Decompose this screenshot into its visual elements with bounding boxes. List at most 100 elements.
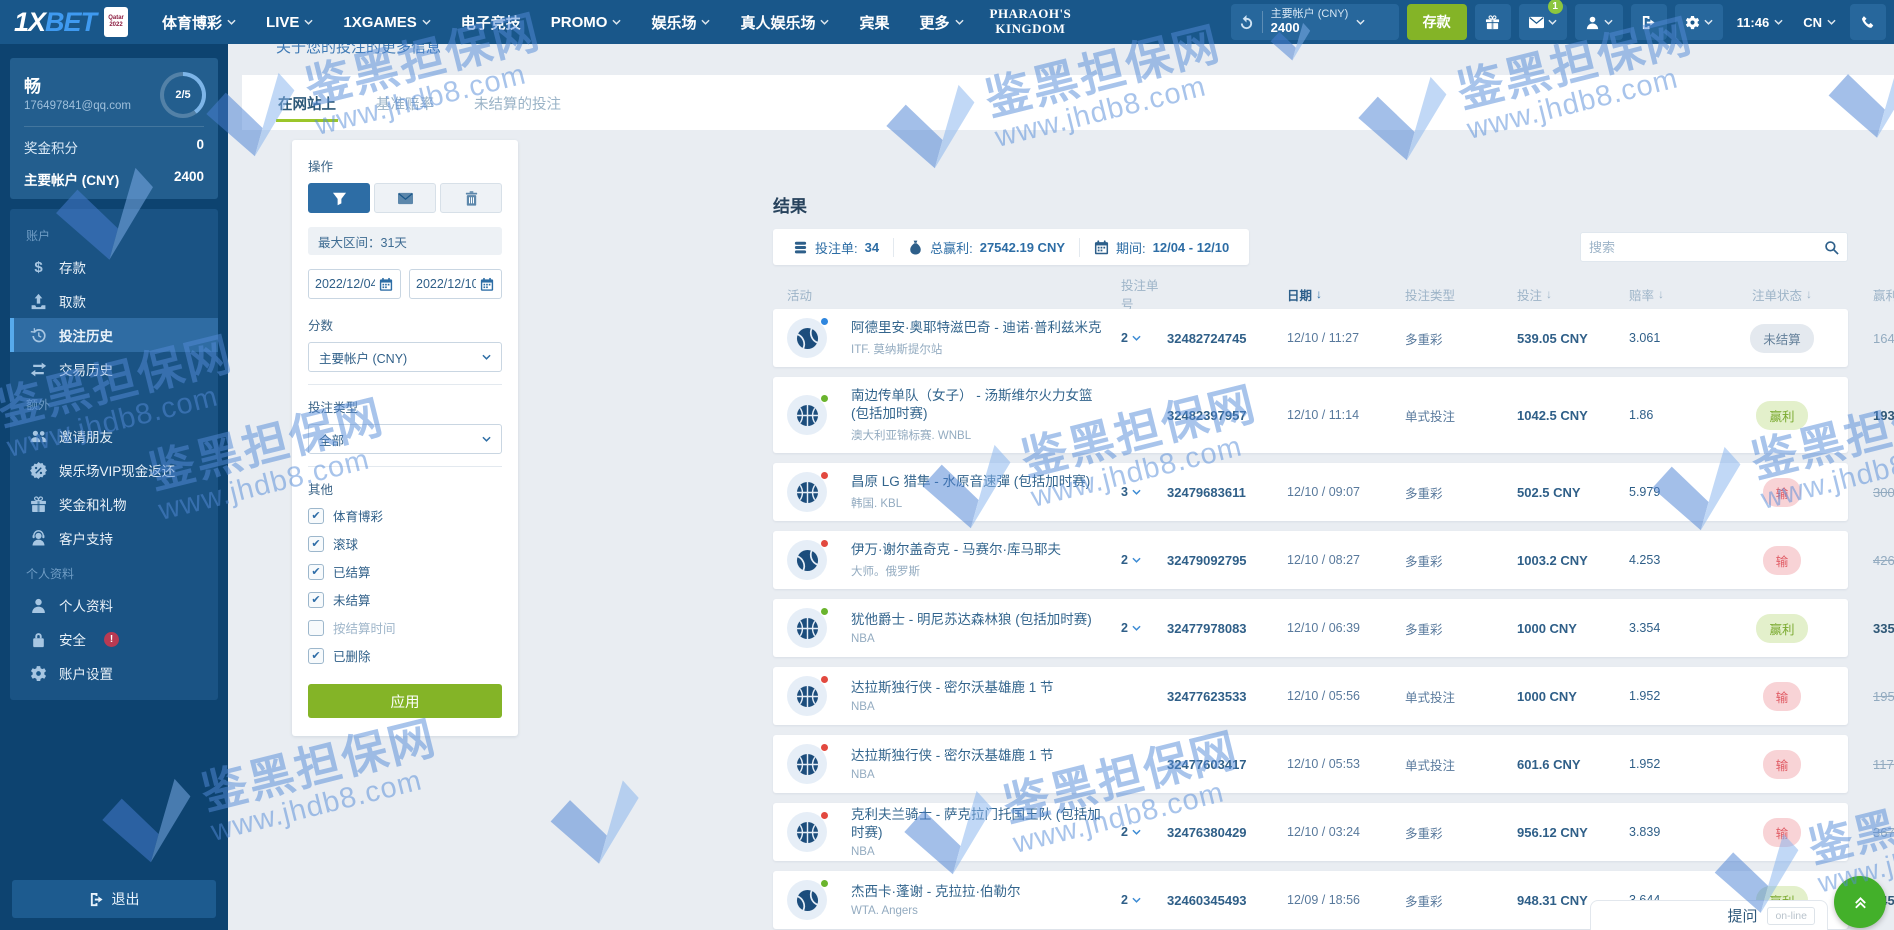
legs-expander[interactable]: 2 <box>1121 825 1167 839</box>
bet-title[interactable]: 昌原 LG 猎隼 - 水原音速彈 (包括加时赛) <box>851 473 1121 491</box>
phone-support-button[interactable] <box>1850 4 1886 40</box>
bet-title[interactable]: 达拉斯独行侠 - 密尔沃基雄鹿 1 节 <box>851 747 1121 765</box>
settings-button[interactable] <box>1674 4 1723 40</box>
legs-expander[interactable]: 2 <box>1121 893 1167 907</box>
bet-title[interactable]: 伊万·谢尔盖奇克 - 马赛尔·库马耶夫 <box>851 541 1121 559</box>
bet-date: 12/10 / 08:27 <box>1287 553 1360 567</box>
profile-button[interactable] <box>1574 4 1623 40</box>
bet-league: NBA <box>851 633 875 646</box>
nav-item-7[interactable]: 真人娱乐场 <box>740 12 830 33</box>
sidebar-item-support[interactable]: 客户支持 <box>10 521 218 555</box>
nav-item-9[interactable]: 更多 <box>919 12 964 33</box>
search-icon[interactable] <box>1824 240 1839 255</box>
bet-title[interactable]: 克利夫兰骑士 - 萨克拉门托国王队 (包括加时赛) <box>851 806 1121 842</box>
logout-button[interactable]: 退出 <box>12 880 216 918</box>
sidebar-item-transfer[interactable]: 交易历史 <box>10 352 218 386</box>
filter-panel: 操作 最大区间：31天 2022/12/04 2022/12/10 分数 主要帐… <box>292 140 518 736</box>
search-input[interactable] <box>1589 239 1824 255</box>
apply-button[interactable]: 应用 <box>308 684 502 718</box>
delete-all-button[interactable] <box>440 183 502 213</box>
promo-game-link[interactable]: PHARAOH'S KINGDOM <box>990 6 1072 37</box>
search-box <box>1580 232 1848 262</box>
sidebar-item-gift[interactable]: 奖金和礼物 <box>10 487 218 521</box>
bet-title[interactable]: 犹他爵士 - 明尼苏达森林狼 (包括加时赛) <box>851 611 1121 629</box>
chevron-down-icon <box>1356 19 1365 25</box>
col-header-5[interactable]: 投注 ↓ <box>1517 285 1629 304</box>
calendar-icon[interactable] <box>480 277 495 292</box>
bet-title[interactable]: 杰西卡·蓬谢 - 克拉拉·伯勒尔 <box>851 883 1121 901</box>
account-selector[interactable]: 主要帐户 (CNY) 2400 <box>1230 4 1399 40</box>
nav-item-6[interactable]: 娱乐场 <box>651 12 711 33</box>
scroll-top-button[interactable] <box>1834 876 1886 928</box>
bet-type-select[interactable]: 全部 <box>308 424 502 454</box>
nav-item-5[interactable]: PROMO <box>551 14 622 31</box>
tab-3[interactable]: 未结算的投注 <box>472 93 563 130</box>
filter-mode-button[interactable] <box>308 183 370 213</box>
deposit-button[interactable]: 存款 <box>1406 4 1467 40</box>
chevron-down-icon <box>1827 19 1836 25</box>
tab-1[interactable]: 在网站上 <box>276 93 338 130</box>
date-from-input[interactable]: 2022/12/04 <box>308 269 401 299</box>
sidebar-item-dollar[interactable]: $ 存款 <box>10 250 218 284</box>
chevron-down-icon <box>1132 625 1141 631</box>
bet-title[interactable]: 达拉斯独行侠 - 密尔沃基雄鹿 1 节 <box>851 679 1121 697</box>
calendar-icon[interactable] <box>379 277 394 292</box>
sidebar-item-history[interactable]: 投注历史 <box>10 318 218 352</box>
col-header-2: 投注单号 <box>1121 279 1159 312</box>
sidebar-item-people[interactable]: 邀请朋友 <box>10 419 218 453</box>
results-title: 结果 <box>773 197 807 216</box>
legs-expander[interactable]: 2 <box>1121 553 1167 567</box>
bet-title[interactable]: 阿德里安·奥耶特滋巴奇 - 迪诺·普利兹米克 <box>851 319 1121 337</box>
account-select[interactable]: 主要帐户 (CNY) <box>308 342 502 372</box>
bet-date: 12/10 / 05:56 <box>1287 689 1360 703</box>
mail-export-button[interactable] <box>374 183 436 213</box>
col-header-3[interactable]: 日期 ↓ <box>1287 285 1405 304</box>
status-dot <box>820 811 829 820</box>
messages-button[interactable]: 1 <box>1518 0 1567 40</box>
gifts-button[interactable] <box>1474 4 1511 40</box>
checkbox-按结算时间[interactable]: 按结算时间 <box>308 618 502 637</box>
checkbox-icon: ✔ <box>308 507 324 524</box>
checkbox-已结算[interactable]: ✔ 已结算 <box>308 562 502 581</box>
refresh-icon[interactable] <box>1239 14 1254 30</box>
legs-expander[interactable]: 3 <box>1121 485 1167 499</box>
legs-expander[interactable]: 2 <box>1121 331 1167 345</box>
logout-button-top[interactable] <box>1630 4 1667 40</box>
chat-widget[interactable]: 提问 on-line <box>1590 900 1828 930</box>
nav-item-3[interactable]: 1XGAMES <box>343 14 431 31</box>
main-content: 关于您的投注的更多信息 在网站上 基准赔率 未结算的投注 操作 最大区间：31天 2… <box>228 44 1894 930</box>
bet-league: 大师。俄罗斯 <box>851 566 920 579</box>
date-to-input[interactable]: 2022/12/10 <box>409 269 502 299</box>
checkbox-label: 按结算时间 <box>333 622 396 636</box>
nav-item-2[interactable]: LIVE <box>266 14 313 31</box>
tab-2[interactable]: 基准赔率 <box>374 93 436 130</box>
language-selector[interactable]: CN <box>1797 15 1842 30</box>
sidebar-item-withdraw[interactable]: 取款 <box>10 284 218 318</box>
col-header-6[interactable]: 赔率 ↓ <box>1629 285 1723 304</box>
bet-odds: 4.253 <box>1629 553 1661 567</box>
checkbox-已删除[interactable]: ✔ 已删除 <box>308 646 502 665</box>
nav-item-4[interactable]: 电子竞技 <box>461 12 521 33</box>
checkbox-体育博彩[interactable]: ✔ 体育博彩 <box>308 506 502 525</box>
checkbox-未结算[interactable]: ✔ 未结算 <box>308 590 502 609</box>
sidebar-item-gear[interactable]: 账户设置 <box>10 656 218 690</box>
profile-level-ring[interactable]: 2/5 <box>160 72 206 118</box>
status-badge-cell: 输 <box>1723 545 1841 575</box>
scrolled-heading: 关于您的投注的更多信息 <box>276 44 442 56</box>
coins-icon <box>793 240 808 255</box>
chevron-down-icon <box>1132 829 1141 835</box>
brand-logo[interactable]: 1XBET Qatar 2022 <box>14 7 129 38</box>
legs-expander[interactable]: 2 <box>1121 621 1167 635</box>
table-row: 昌原 LG 猎隼 - 水原音速彈 (包括加时赛) 韩国. KBL 3 32479683… <box>773 463 1894 521</box>
checkbox-滚球[interactable]: ✔ 滚球 <box>308 534 502 553</box>
transfer-icon <box>30 361 47 378</box>
nav-item-1[interactable]: 体育博彩 <box>162 12 236 33</box>
time-selector[interactable]: 11:46 <box>1731 15 1790 30</box>
sidebar-item-cashback[interactable]: 娱乐场VIP现金返还 <box>10 453 218 487</box>
bet-title[interactable]: 南边传单队（女子） - 汤斯维尔火力女篮 (包括加时赛) <box>851 387 1121 423</box>
col-header-7[interactable]: 注单状态 ↓ <box>1723 285 1841 304</box>
sidebar-item-person[interactable]: 个人资料 <box>10 588 218 622</box>
sidebar-item-lock[interactable]: 安全! <box>10 622 218 656</box>
support-icon <box>30 529 47 547</box>
nav-item-8[interactable]: 宾果 <box>859 12 889 33</box>
